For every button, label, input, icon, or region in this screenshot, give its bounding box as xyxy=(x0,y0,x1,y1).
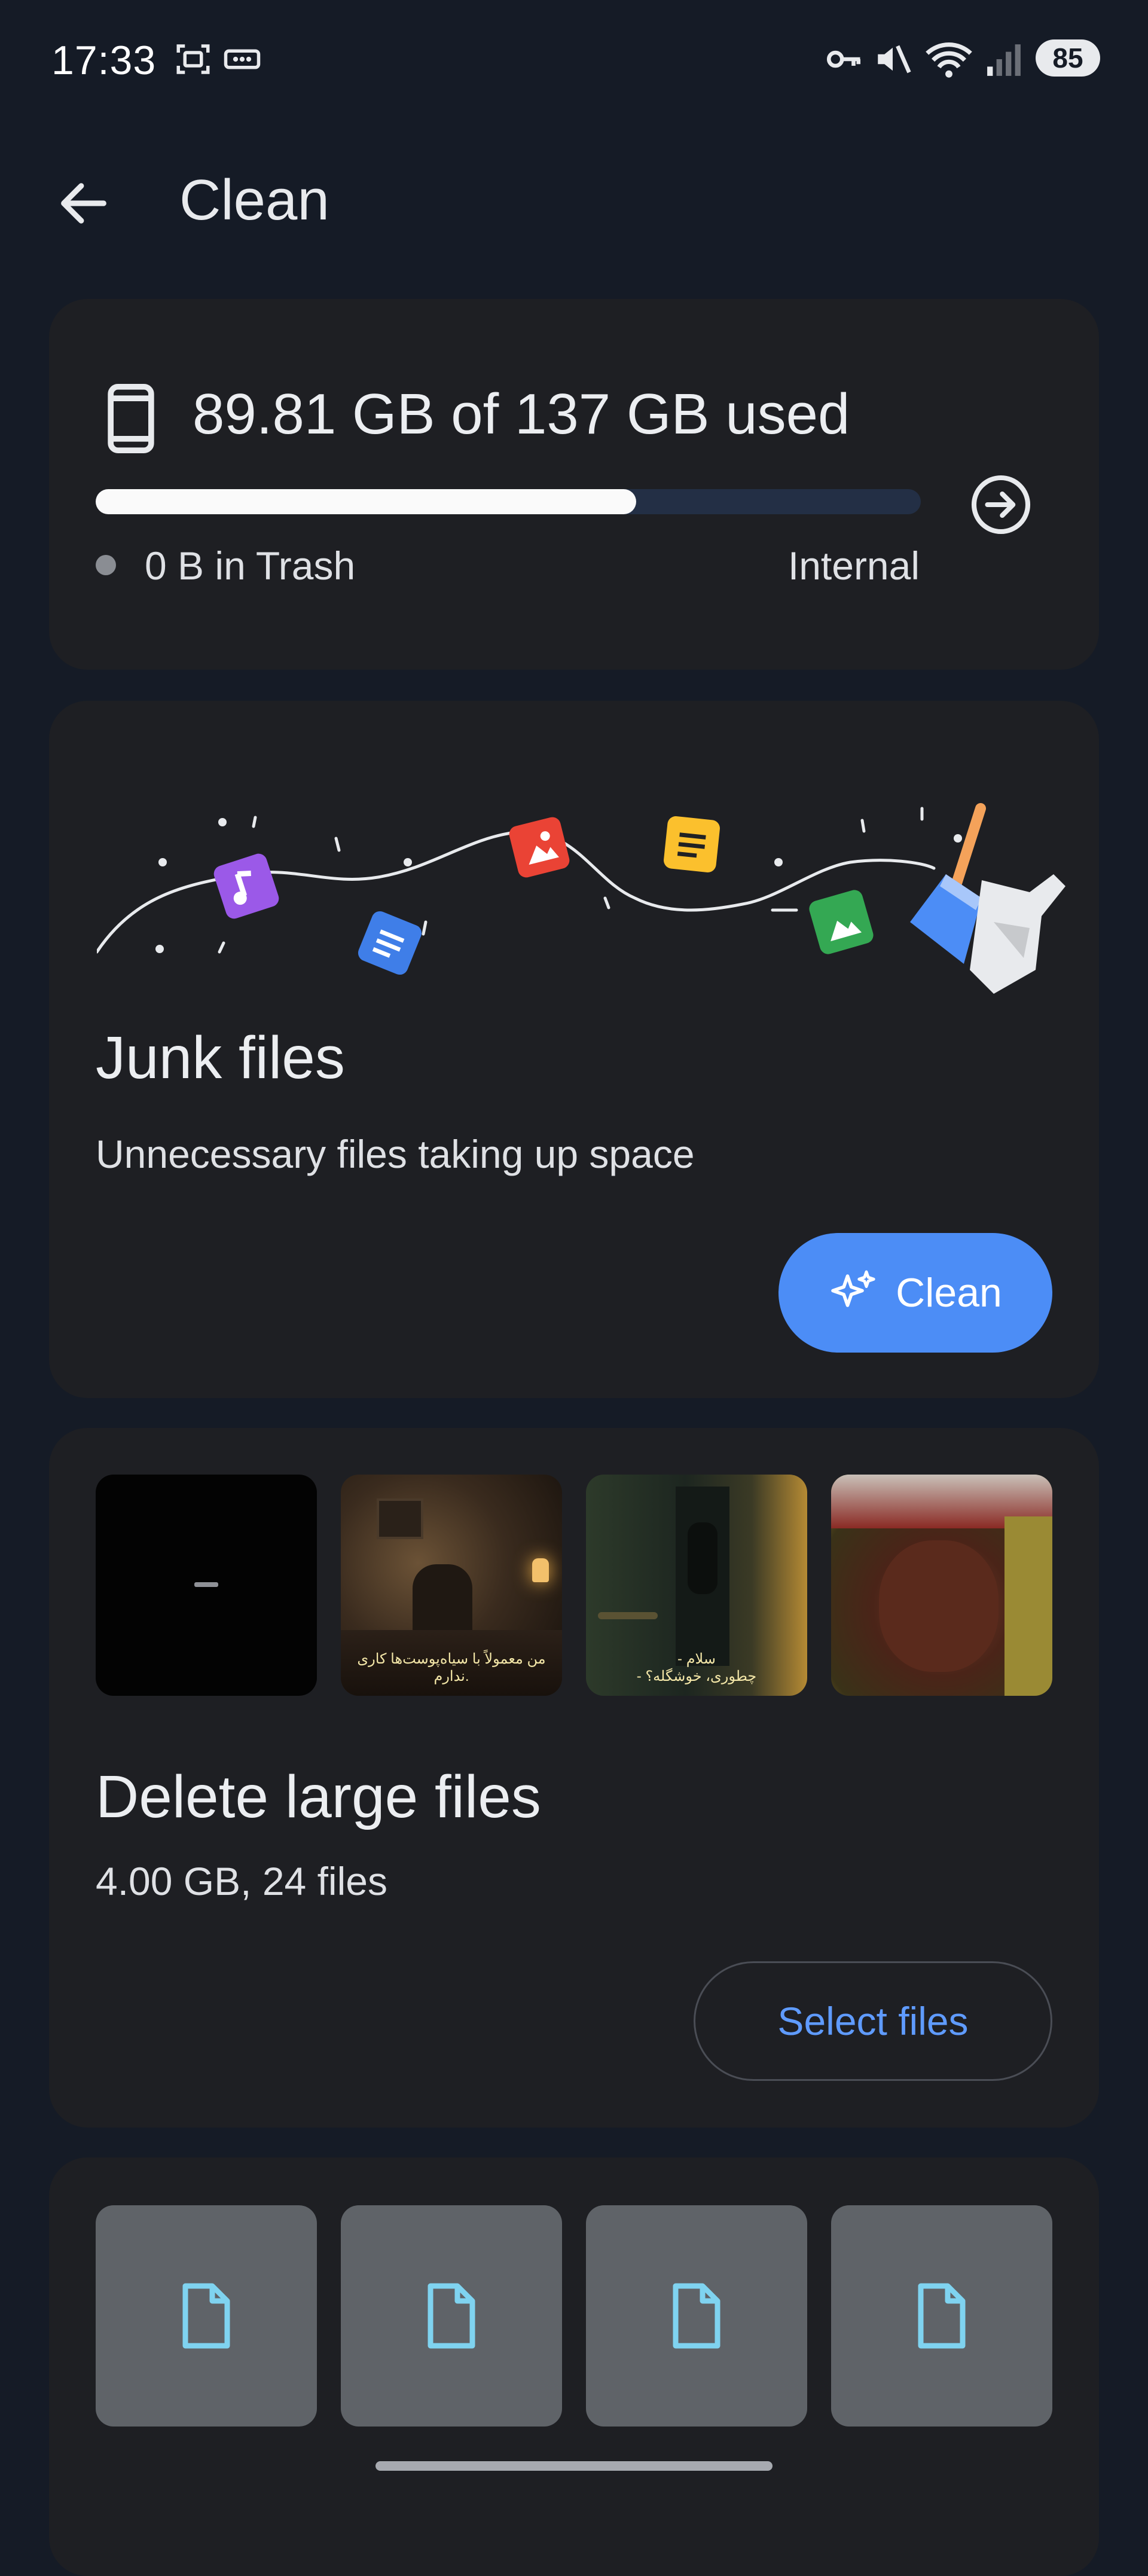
doc-file-icon xyxy=(358,911,422,975)
status-time: 17:33 xyxy=(51,38,157,83)
mute-icon xyxy=(878,45,911,74)
document-icon xyxy=(918,2283,966,2349)
storage-location-label: Internal xyxy=(787,544,920,588)
storage-used-label: 89.81 GB of 137 GB used xyxy=(193,382,850,446)
trash-label: 0 B in Trash xyxy=(145,544,356,588)
arrow-circle-icon[interactable] xyxy=(969,472,1033,537)
image-file-icon xyxy=(509,817,570,878)
thumbnail-4[interactable] xyxy=(831,1475,1052,1696)
thumbnail-2[interactable]: من معمولاً با سیاه‌پوست‌ها کاری ندارم. xyxy=(341,1475,562,1696)
thumbnail-2-caption: من معمولاً با سیاه‌پوست‌ها کاری ندارم. xyxy=(357,1651,546,1684)
file-tile-4[interactable] xyxy=(831,2205,1052,2427)
sparkle-icon xyxy=(831,1270,875,1307)
photo-file-icon xyxy=(809,890,874,954)
file-tile-3[interactable] xyxy=(586,2205,807,2427)
thumbnail-1[interactable] xyxy=(96,1475,317,1696)
screenshot-icon xyxy=(176,44,210,74)
large-files-title: Delete large files xyxy=(96,1763,541,1830)
large-files-subtitle: 4.00 GB, 24 files xyxy=(96,1859,387,1903)
clean-button-label: Clean xyxy=(896,1270,1002,1316)
music-file-icon xyxy=(213,853,279,919)
files-card xyxy=(49,2157,1099,2576)
note-file-icon xyxy=(664,816,720,872)
document-icon xyxy=(673,2283,720,2349)
thumbnail-3-caption: - سلام - چطوری، خوشگله؟ xyxy=(636,1651,757,1684)
document-icon xyxy=(182,2283,230,2349)
clean-button[interactable]: Clean xyxy=(778,1233,1052,1353)
back-arrow-icon[interactable] xyxy=(54,173,114,233)
junk-files-title: Junk files xyxy=(96,1024,345,1091)
junk-files-card: Junk files Unnecessary files taking up s… xyxy=(49,701,1099,1398)
junk-files-subtitle: Unnecessary files taking up space xyxy=(96,1132,695,1176)
file-tile-1[interactable] xyxy=(96,2205,317,2427)
large-files-card: من معمولاً با سیاه‌پوست‌ها کاری ندارم. -… xyxy=(49,1428,1099,2128)
trash-dot xyxy=(96,555,116,575)
page-title: Clean xyxy=(179,168,329,232)
thumbnail-3[interactable]: - سلام - چطوری، خوشگله؟ xyxy=(586,1475,807,1696)
file-tile-2[interactable] xyxy=(341,2205,562,2427)
phone-icon xyxy=(108,384,154,453)
gesture-navigation-bar[interactable] xyxy=(375,2461,773,2471)
status-bar: 17:33 85 xyxy=(0,0,1148,120)
wifi-icon xyxy=(926,42,972,78)
document-icon xyxy=(428,2283,475,2349)
key-icon xyxy=(826,50,861,68)
select-files-button[interactable]: Select files xyxy=(694,1961,1052,2081)
storage-progress-fill xyxy=(96,489,636,514)
cast-icon xyxy=(224,49,261,69)
storage-card[interactable]: 89.81 GB of 137 GB used 0 B in Trash Int… xyxy=(49,299,1099,670)
large-files-thumbnails: من معمولاً با سیاه‌پوست‌ها کاری ندارم. -… xyxy=(96,1475,1052,1696)
broom-icon xyxy=(910,803,1065,994)
storage-progress-bar xyxy=(96,489,921,514)
signal-icon xyxy=(987,44,1021,76)
battery-indicator: 85 xyxy=(1036,39,1100,77)
